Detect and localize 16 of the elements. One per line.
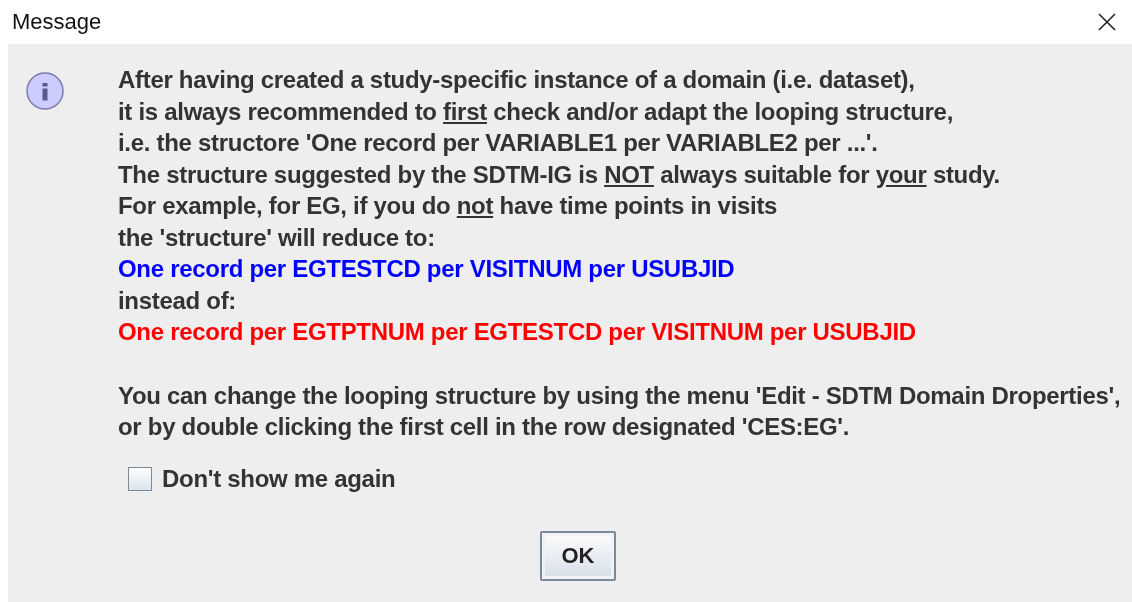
message-line: it is always recommended to first check and/or adapt the looping structure, [118, 96, 955, 127]
message-line: You can change the looping structure by using the menu 'Edit - SDTM Domain Droperties', [118, 380, 1121, 411]
checkbox[interactable] [128, 466, 152, 491]
ok-button[interactable]: OK [540, 530, 616, 581]
close-icon[interactable] [1097, 12, 1117, 32]
message-line: i.e. the structore 'One record per VARIABLE1 per VARIABLE2 per ...'. [118, 128, 879, 158]
message-line: the 'structure' will reduce to: [118, 222, 436, 253]
message-line: or by double clicking the first cell in the row designated 'CES:EG'. [118, 412, 851, 442]
message-line: instead of: [118, 285, 238, 316]
message-line: One record per EGTESTCD per VISITNUM per USUBJID [118, 254, 736, 284]
message-line: The structure suggested by the SDTM-IG is NOT always suitable for your study. [118, 159, 1001, 190]
message-line: After having created a study-specific instance of a domain (i.e. dataset), [118, 65, 916, 95]
message-line: For example, for EG, if you do not have time points in visits [118, 191, 779, 221]
window-title: Message [12, 9, 102, 35]
checkbox-label[interactable]: Don't show me again [162, 464, 396, 493]
message-line: One record per EGTPTNUM per EGTESTCD per VISITNUM per USUBJID [118, 317, 917, 347]
